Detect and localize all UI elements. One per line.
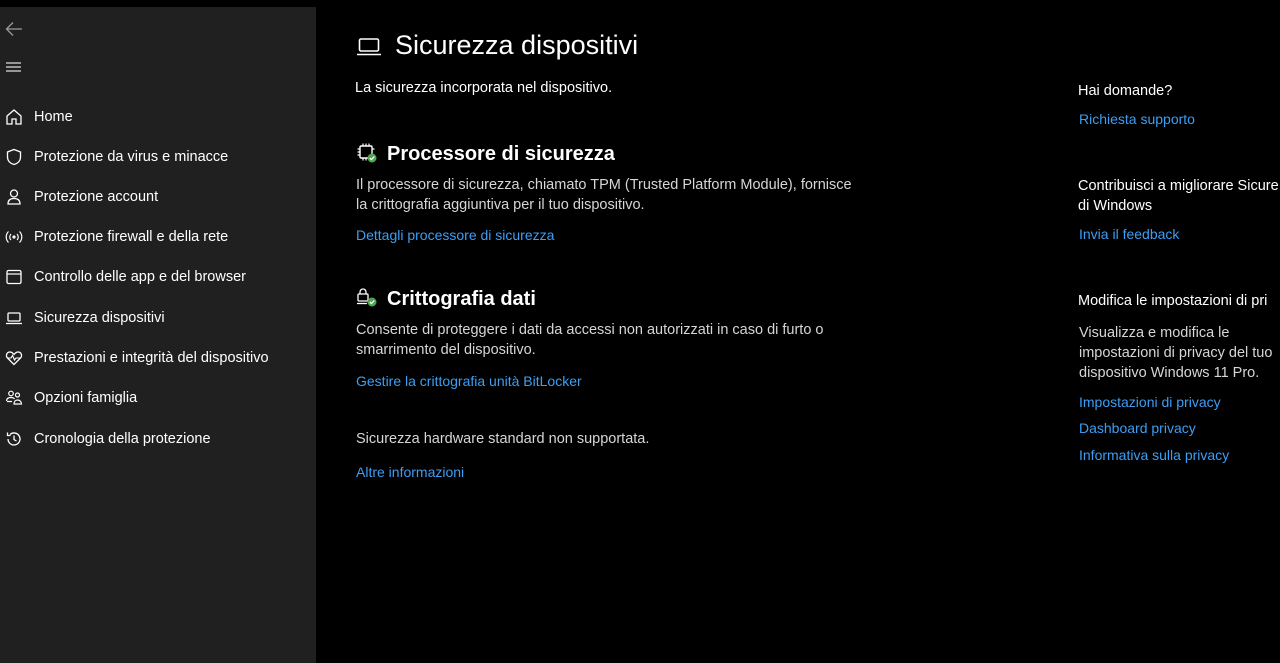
person-icon xyxy=(4,187,24,207)
encryption-description: Consente di proteggere i dati da accessi… xyxy=(356,322,824,358)
main-content: Sicurezza dispositivi La sicurezza incor… xyxy=(316,0,1280,663)
hardware-note: Sicurezza hardware standard non supporta… xyxy=(356,431,650,447)
sidebar-item-performance[interactable]: Prestazioni e integrità del dispositivo xyxy=(0,338,316,378)
privacy-dashboard-link[interactable]: Dashboard privacy xyxy=(1079,420,1196,436)
sidebar-item-label: Protezione account xyxy=(34,189,159,205)
arrow-left-icon xyxy=(5,22,22,36)
lock-check-icon xyxy=(357,288,377,307)
chip-check-icon xyxy=(357,143,377,163)
menu-button[interactable] xyxy=(5,60,23,74)
sidebar-item-label: Home xyxy=(34,109,73,125)
privacy-heading: Modifica le impostazioni di pri xyxy=(1078,293,1268,309)
sidebar-item-history[interactable]: Cronologia della protezione xyxy=(0,419,316,459)
sidebar-item-label: Protezione firewall e della rete xyxy=(34,229,229,245)
antenna-icon xyxy=(4,227,24,247)
improve-heading-line1: Contribuisci a migliorare Sicure xyxy=(1078,178,1279,194)
sidebar-item-virus[interactable]: Protezione da virus e minacce xyxy=(0,137,316,177)
sidebar-item-label: Opzioni famiglia xyxy=(34,390,138,406)
sidebar-item-label: Sicurezza dispositivi xyxy=(34,310,165,326)
privacy-settings-link[interactable]: Impostazioni di privacy xyxy=(1079,394,1221,410)
feedback-link[interactable]: Invia il feedback xyxy=(1079,226,1179,242)
more-info-link[interactable]: Altre informazioni xyxy=(356,464,464,480)
laptop-icon xyxy=(4,308,24,328)
privacy-description: Visualizza e modifica le impostazioni di… xyxy=(1079,325,1273,381)
improve-heading-line2: di Windows xyxy=(1078,198,1153,214)
processor-description: Il processore di sicurezza, chiamato TPM… xyxy=(356,177,852,213)
bitlocker-link[interactable]: Gestire la crittografia unità BitLocker xyxy=(356,373,582,389)
history-icon xyxy=(4,429,24,449)
privacy-statement-link[interactable]: Informativa sulla privacy xyxy=(1079,447,1229,463)
heart-pulse-icon xyxy=(4,348,24,368)
sidebar-item-label: Prestazioni e integrità del dispositivo xyxy=(34,350,269,366)
questions-heading: Hai domande? xyxy=(1078,83,1173,99)
sidebar: Home Protezione da virus e minacce Prote… xyxy=(0,7,316,663)
hamburger-icon xyxy=(6,62,21,72)
sidebar-item-device-security[interactable]: Sicurezza dispositivi xyxy=(0,298,316,338)
sidebar-item-home[interactable]: Home xyxy=(0,97,316,137)
encryption-section-title: Crittografia dati xyxy=(387,288,536,310)
sidebar-item-family[interactable]: Opzioni famiglia xyxy=(0,378,316,418)
sidebar-item-app-browser[interactable]: Controllo delle app e del browser xyxy=(0,257,316,297)
sidebar-item-label: Controllo delle app e del browser xyxy=(34,269,246,285)
home-icon xyxy=(4,107,24,127)
sidebar-item-firewall[interactable]: Protezione firewall e della rete xyxy=(0,217,316,257)
sidebar-item-label: Protezione da virus e minacce xyxy=(34,149,229,165)
processor-section-title: Processore di sicurezza xyxy=(387,143,615,165)
laptop-icon xyxy=(357,38,381,56)
back-button[interactable] xyxy=(4,19,24,39)
sidebar-item-label: Cronologia della protezione xyxy=(34,431,211,447)
page-subtitle: La sicurezza incorporata nel dispositivo… xyxy=(355,80,613,96)
family-icon xyxy=(4,388,24,408)
processor-details-link[interactable]: Dettagli processore di sicurezza xyxy=(356,227,554,243)
app-window-icon xyxy=(4,267,24,287)
support-link[interactable]: Richiesta supporto xyxy=(1079,111,1195,127)
sidebar-item-account[interactable]: Protezione account xyxy=(0,177,316,217)
shield-icon xyxy=(4,147,24,167)
page-title: Sicurezza dispositivi xyxy=(395,30,639,60)
